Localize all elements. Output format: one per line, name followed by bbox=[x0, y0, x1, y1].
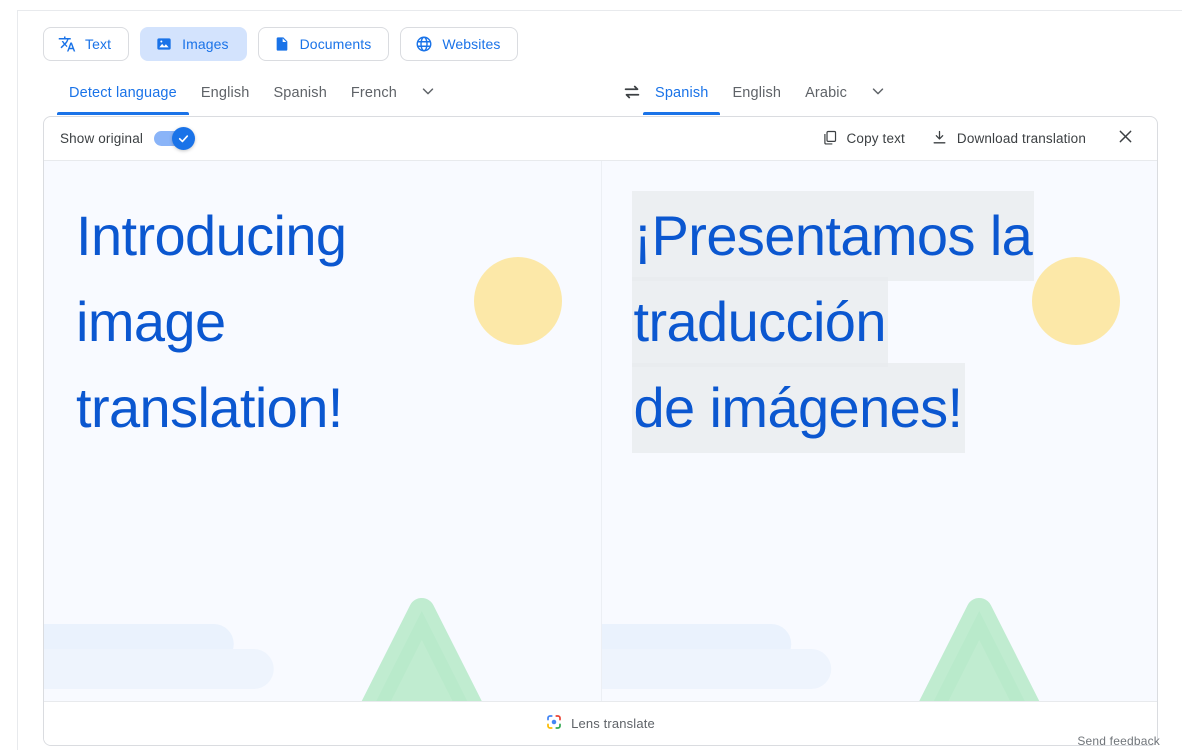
mode-tab-images-label: Images bbox=[182, 36, 229, 52]
target-lang-english[interactable]: English bbox=[720, 71, 793, 115]
check-icon bbox=[172, 127, 195, 150]
globe-icon bbox=[415, 35, 433, 53]
lens-translate-bar[interactable]: Lens translate bbox=[44, 701, 1157, 745]
target-lang-arabic[interactable]: Arabic bbox=[793, 71, 859, 115]
mode-tab-bar: Text Images Documents Websites bbox=[43, 27, 519, 61]
translated-headline: ¡Presentamos la traducción de imágenes! bbox=[633, 193, 1054, 451]
image-viewer: Introducing image translation! ¡Presenta… bbox=[44, 161, 1157, 721]
chevron-down-icon bbox=[419, 82, 437, 105]
copy-text-label: Copy text bbox=[846, 131, 905, 146]
result-toolbar: Show original Copy text Download transla… bbox=[44, 117, 1157, 161]
lens-translate-label: Lens translate bbox=[571, 716, 655, 731]
chevron-down-icon bbox=[869, 82, 887, 105]
source-lang-english[interactable]: English bbox=[189, 71, 262, 115]
source-lang-french[interactable]: French bbox=[339, 71, 409, 115]
download-translation-button[interactable]: Download translation bbox=[920, 123, 1097, 155]
mode-tab-images[interactable]: Images bbox=[140, 27, 247, 61]
source-lang-french-label: French bbox=[350, 85, 397, 101]
document-icon bbox=[273, 35, 291, 53]
image-icon bbox=[155, 35, 173, 53]
translate-icon bbox=[58, 35, 76, 53]
mode-tab-documents[interactable]: Documents bbox=[257, 27, 390, 61]
target-language-more-button[interactable] bbox=[859, 71, 897, 115]
swap-languages-icon bbox=[621, 81, 643, 108]
copy-icon bbox=[821, 129, 838, 149]
mode-tab-documents-label: Documents bbox=[299, 36, 372, 52]
close-icon bbox=[1116, 127, 1135, 151]
source-lang-spanish[interactable]: Spanish bbox=[261, 71, 338, 115]
translate-page: Text Images Documents Websites Detect la… bbox=[17, 10, 1182, 750]
original-headline-line-1: Introducing bbox=[76, 204, 347, 267]
translation-result-card: Show original Copy text Download transla… bbox=[43, 116, 1158, 746]
source-lang-detect[interactable]: Detect language bbox=[57, 71, 189, 115]
close-button[interactable] bbox=[1107, 121, 1143, 157]
target-lang-spanish[interactable]: Spanish bbox=[643, 71, 721, 115]
mode-tab-websites[interactable]: Websites bbox=[400, 27, 519, 61]
mode-tab-text[interactable]: Text bbox=[43, 27, 130, 61]
translated-headline-line-1: ¡Presentamos la bbox=[633, 193, 1033, 279]
target-lang-arabic-label: Arabic bbox=[805, 85, 848, 101]
original-image-pane[interactable]: Introducing image translation! bbox=[44, 161, 601, 721]
source-lang-english-label: English bbox=[200, 85, 250, 101]
send-feedback-link[interactable]: Send feedback bbox=[1077, 734, 1160, 748]
copy-text-button[interactable]: Copy text bbox=[810, 123, 916, 155]
source-lang-detect-label: Detect language bbox=[69, 85, 177, 101]
translated-image-pane[interactable]: ¡Presentamos la traducción de imágenes! bbox=[600, 161, 1157, 721]
download-icon bbox=[931, 129, 948, 149]
google-lens-icon bbox=[546, 714, 562, 733]
mode-tab-text-label: Text bbox=[85, 36, 112, 52]
show-original-switch[interactable] bbox=[154, 127, 195, 150]
source-language-more-button[interactable] bbox=[409, 71, 447, 115]
download-translation-label: Download translation bbox=[956, 131, 1086, 146]
show-original-label: Show original bbox=[60, 131, 143, 146]
translated-headline-line-3: de imágenes! bbox=[633, 365, 963, 451]
original-headline-line-3: translation! bbox=[76, 376, 343, 439]
mode-tab-websites-label: Websites bbox=[442, 36, 501, 52]
result-toolbar-actions: Copy text Download translation bbox=[810, 121, 1143, 157]
original-headline: Introducing image translation! bbox=[76, 193, 496, 451]
target-lang-spanish-label: Spanish bbox=[655, 85, 709, 101]
source-lang-spanish-label: Spanish bbox=[273, 85, 327, 101]
original-headline-line-2: image bbox=[76, 290, 226, 353]
translated-headline-line-2: traducción bbox=[633, 279, 886, 365]
show-original-toggle[interactable]: Show original bbox=[60, 127, 195, 150]
target-lang-english-label: English bbox=[732, 85, 782, 101]
